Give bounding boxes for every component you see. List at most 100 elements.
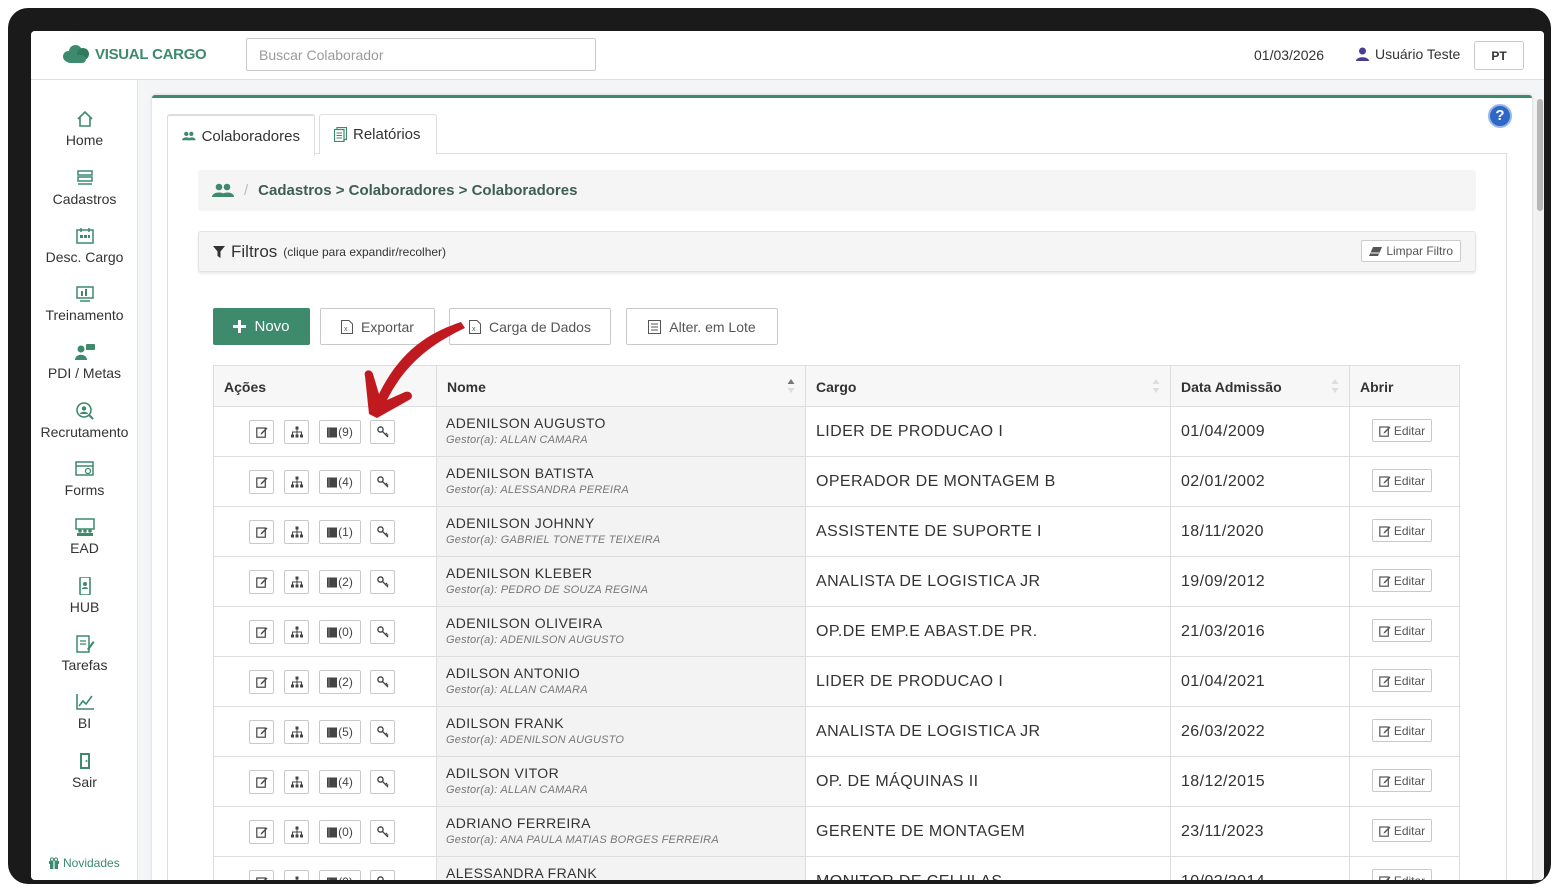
documents-button[interactable]: (0) <box>319 820 361 844</box>
sidebar-item-hub[interactable]: HUB <box>31 577 138 615</box>
batch-edit-button[interactable]: Alter. em Lote <box>626 308 778 345</box>
name-cell: ADILSON FRANK Gestor(a): ADENILSON AUGUST… <box>437 707 806 756</box>
scrollbar[interactable] <box>1536 99 1544 880</box>
table-row[interactable]: (2) ADILSON ANTONIO Gestor(a): ALLAN CAMAR… <box>213 657 1460 707</box>
access-key-button[interactable] <box>370 620 395 644</box>
sidebar: Home Cadastros Desc. Cargo Treinamento P… <box>31 80 138 880</box>
table-row[interactable]: (0) ALESSANDRA FRANK MONITOR DE CELULAS10/… <box>213 857 1460 880</box>
documents-button[interactable]: (1) <box>319 520 361 544</box>
access-key-button[interactable] <box>370 420 395 444</box>
editar-button[interactable]: Editar <box>1372 419 1432 442</box>
access-key-button[interactable] <box>370 670 395 694</box>
documents-button[interactable]: (9) <box>319 420 361 444</box>
sidebar-item-pdi-metas[interactable]: PDI / Metas <box>31 343 138 381</box>
admission-date-cell: 23/11/2023 <box>1171 807 1350 856</box>
editar-button[interactable]: Editar <box>1372 769 1432 792</box>
table-row[interactable]: (4) ADENILSON BATISTA Gestor(a): ALESSANDR… <box>213 457 1460 507</box>
access-key-button[interactable] <box>370 470 395 494</box>
documents-button[interactable]: (5) <box>319 720 361 744</box>
table-row[interactable]: (5) ADILSON FRANK Gestor(a): ADENILSON AUG… <box>213 707 1460 757</box>
table-row[interactable]: (0) ADRIANO FERREIRA Gestor(a): ANA PAULA … <box>213 807 1460 857</box>
access-key-button[interactable] <box>370 720 395 744</box>
col-nome[interactable]: Nome <box>437 366 806 408</box>
edit-row-button[interactable] <box>249 770 274 794</box>
edit-row-button[interactable] <box>249 520 274 544</box>
logo[interactable]: VISUAL CARGO <box>63 43 207 65</box>
table-row[interactable]: (4) ADILSON VITOR Gestor(a): ALLAN CAMARA O… <box>213 757 1460 807</box>
documents-button[interactable]: (0) <box>319 870 361 880</box>
search-input[interactable] <box>246 38 596 71</box>
calendar-icon <box>75 228 94 244</box>
sidebar-item-recrutamento[interactable]: Recrutamento <box>31 402 138 440</box>
sidebar-item-forms[interactable]: Forms <box>31 460 138 498</box>
documents-count: (0) <box>338 625 353 639</box>
edit-row-button[interactable] <box>249 670 274 694</box>
org-chart-button[interactable] <box>284 770 309 794</box>
table-row[interactable]: (0) ADENILSON OLIVEIRA Gestor(a): ADENILSO… <box>213 607 1460 657</box>
tab-colaboradores[interactable]: Colaboradores <box>167 114 315 156</box>
org-chart-button[interactable] <box>284 870 309 880</box>
data-load-button[interactable]: x Carga de Dados <box>449 308 611 345</box>
scrollbar-thumb[interactable] <box>1537 99 1543 211</box>
edit-row-button[interactable] <box>249 420 274 444</box>
export-button[interactable]: x Exportar <box>320 308 435 345</box>
editar-button[interactable]: Editar <box>1372 869 1432 880</box>
org-chart-button[interactable] <box>284 670 309 694</box>
help-icon[interactable]: ? <box>1488 104 1512 128</box>
documents-button[interactable]: (0) <box>319 620 361 644</box>
edit-row-button[interactable] <box>249 470 274 494</box>
edit-icon <box>255 677 267 688</box>
new-button[interactable]: Novo <box>213 308 310 345</box>
sidebar-item-home[interactable]: Home <box>31 110 138 148</box>
editar-button[interactable]: Editar <box>1372 619 1432 642</box>
documents-button[interactable]: (2) <box>319 670 361 694</box>
language-button[interactable]: PT <box>1474 41 1524 70</box>
key-icon <box>376 826 389 838</box>
sidebar-item-tarefas[interactable]: Tarefas <box>31 635 138 673</box>
documents-button[interactable]: (4) <box>319 470 361 494</box>
org-chart-button[interactable] <box>284 570 309 594</box>
edit-row-button[interactable] <box>249 820 274 844</box>
editar-button[interactable]: Editar <box>1372 519 1432 542</box>
sidebar-item-sair[interactable]: Sair <box>31 752 138 790</box>
editar-button[interactable]: Editar <box>1372 469 1432 492</box>
editar-button[interactable]: Editar <box>1372 569 1432 592</box>
sidebar-item-cadastros[interactable]: Cadastros <box>31 169 138 207</box>
edit-row-button[interactable] <box>249 870 274 880</box>
access-key-button[interactable] <box>370 870 395 880</box>
edit-row-button[interactable] <box>249 620 274 644</box>
col-cargo[interactable]: Cargo <box>806 366 1171 408</box>
table-row[interactable]: (9) ADENILSON AUGUSTO Gestor(a): ALLAN CAM… <box>213 407 1460 457</box>
access-key-button[interactable] <box>370 520 395 544</box>
clear-filter-button[interactable]: Limpar Filtro <box>1361 240 1461 262</box>
editar-button[interactable]: Editar <box>1372 719 1432 742</box>
edit-row-button[interactable] <box>249 570 274 594</box>
access-key-button[interactable] <box>370 570 395 594</box>
documents-button[interactable]: (4) <box>319 770 361 794</box>
documents-button[interactable]: (2) <box>319 570 361 594</box>
filters-panel[interactable]: Filtros (clique para expandir/recolher) … <box>198 231 1476 272</box>
org-chart-button[interactable] <box>284 620 309 644</box>
access-key-button[interactable] <box>370 770 395 794</box>
access-key-button[interactable] <box>370 820 395 844</box>
edit-row-button[interactable] <box>249 720 274 744</box>
breadcrumb-path[interactable]: Cadastros > Colaboradores > Colaboradore… <box>258 182 577 199</box>
novidades-link[interactable]: Novidades <box>48 856 120 870</box>
org-chart-button[interactable] <box>284 420 309 444</box>
sidebar-item-desc-cargo[interactable]: Desc. Cargo <box>31 227 138 265</box>
open-cell: Editar <box>1350 657 1460 706</box>
table-row[interactable]: (1) ADENILSON JOHNNY Gestor(a): GABRIEL TO… <box>213 507 1460 557</box>
editar-button[interactable]: Editar <box>1372 669 1432 692</box>
table-row[interactable]: (2) ADENILSON KLEBER Gestor(a): PEDRO DE S… <box>213 557 1460 607</box>
sidebar-item-treinamento[interactable]: Treinamento <box>31 285 138 323</box>
org-chart-button[interactable] <box>284 520 309 544</box>
org-chart-button[interactable] <box>284 820 309 844</box>
sidebar-item-bi[interactable]: BI <box>31 693 138 731</box>
col-data-admissao[interactable]: Data Admissão <box>1171 366 1350 408</box>
editar-button[interactable]: Editar <box>1372 819 1432 842</box>
tab-relatorios[interactable]: Relatórios <box>319 114 437 154</box>
org-chart-button[interactable] <box>284 720 309 744</box>
sidebar-item-ead[interactable]: EAD <box>31 518 138 556</box>
org-chart-button[interactable] <box>284 470 309 494</box>
user-menu[interactable]: Usuário Teste <box>1356 46 1460 62</box>
